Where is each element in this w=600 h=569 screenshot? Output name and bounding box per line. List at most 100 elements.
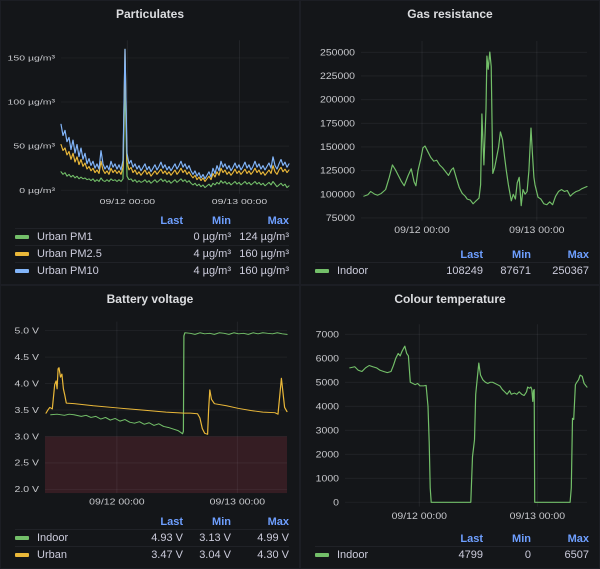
legend-swatch-icon	[15, 235, 29, 239]
particulates-chart[interactable]: 0 µg/m³50 µg/m³100 µg/m³150 µg/m³09/12 0…	[1, 27, 299, 213]
y-tick-label: 50 µg/m³	[13, 142, 55, 150]
dashboard: Particulates 0 µg/m³50 µg/m³100 µg/m³150…	[0, 0, 600, 569]
legend-value-last: 4799	[427, 549, 483, 561]
particulates-legend: LastMinMaxUrban PM10 µg/m³124 µg/m³Urban…	[1, 213, 299, 284]
legend-value-min: 3.13 V	[183, 532, 231, 544]
y-tick-label: 150000	[320, 143, 356, 153]
x-tick-label: 09/13 00:00	[510, 511, 566, 521]
legend-series-label: Urban	[37, 549, 67, 561]
legend-series-urban-pm2-5[interactable]: Urban PM2.5	[15, 248, 127, 260]
y-tick-label: 175000	[320, 119, 356, 129]
y-tick-label: 3000	[316, 426, 340, 436]
legend-series-indoor[interactable]: Indoor	[315, 265, 427, 277]
legend-value-last: 108249	[427, 265, 483, 277]
panel-gas-resistance: Gas resistance 7500010000012500015000017…	[300, 0, 600, 285]
x-tick-label: 09/13 00:00	[210, 497, 265, 507]
legend-value-max: 250367	[531, 265, 589, 277]
legend-row-indoor: Indoor4.93 V3.13 V4.99 V	[15, 529, 289, 546]
legend-header: LastMinMax	[315, 531, 589, 546]
legend-series-urban[interactable]: Urban	[15, 549, 127, 561]
legend-value-min: 4 µg/m³	[183, 265, 231, 277]
y-tick-label: 6000	[316, 354, 340, 364]
legend-value-min: 87671	[483, 265, 531, 277]
legend-header-last[interactable]: Last	[427, 533, 483, 545]
y-tick-label: 4.0 V	[15, 379, 40, 389]
y-tick-label: 3.5 V	[15, 406, 40, 416]
legend-row-urban-pm1: Urban PM1 0 µg/m³124 µg/m³	[15, 228, 289, 245]
y-tick-label: 5000	[316, 378, 340, 388]
legend-header-last[interactable]: Last	[427, 249, 483, 261]
legend-header-max[interactable]: Max	[231, 516, 289, 528]
legend-series-label: Indoor	[337, 265, 368, 277]
battery-voltage-legend: LastMinMaxIndoor4.93 V3.13 V4.99 VUrban3…	[1, 514, 299, 568]
legend-series-label: Urban PM2.5	[37, 248, 102, 260]
legend-series-indoor[interactable]: Indoor	[315, 549, 427, 561]
colour-temperature-legend: LastMinMax Indoor 479906507	[301, 531, 599, 568]
panel-battery-voltage: Battery voltage 2.0 V2.5 V3.0 V3.5 V4.0 …	[0, 285, 300, 569]
panel-title-particulates[interactable]: Particulates	[1, 1, 299, 27]
x-tick-label: 09/12 00:00	[394, 226, 450, 236]
y-tick-label: 1000	[316, 474, 340, 484]
gas-resistance-chart[interactable]: 7500010000012500015000017500020000022500…	[301, 27, 599, 247]
x-tick-label: 09/13 00:00	[212, 197, 267, 205]
legend-swatch-icon	[15, 269, 29, 273]
legend-value-max: 6507	[531, 549, 589, 561]
legend-header-min[interactable]: Min	[483, 249, 531, 261]
legend-value-max: 124 µg/m³	[231, 231, 289, 243]
y-tick-label: 0 µg/m³	[19, 186, 55, 194]
series-line-urban	[46, 368, 287, 435]
legend-value-min: 3.04 V	[183, 549, 231, 561]
legend-row-indoor: Indoor 10824987671250367	[315, 262, 589, 279]
colour-temperature-chart-area: 0100020003000400050006000700009/12 00:00…	[301, 312, 599, 531]
legend-header: LastMinMax	[315, 247, 589, 262]
legend-header-min[interactable]: Min	[183, 516, 231, 528]
battery-voltage-chart[interactable]: 2.0 V2.5 V3.0 V3.5 V4.0 V4.5 V5.0 V09/12…	[1, 312, 299, 514]
gas-resistance-legend: LastMinMax Indoor 10824987671250367	[301, 247, 599, 284]
panel-title-battery-voltage[interactable]: Battery voltage	[1, 286, 299, 312]
legend-series-label: Urban PM1	[37, 231, 93, 243]
legend-series-label: Indoor	[337, 549, 368, 561]
legend-header: LastMinMax	[15, 213, 289, 228]
y-tick-label: 75000	[326, 214, 356, 224]
legend-swatch-icon	[15, 536, 29, 540]
x-tick-label: 09/13 00:00	[509, 226, 565, 236]
y-tick-label: 100000	[320, 190, 356, 200]
legend-swatch-icon	[15, 252, 29, 256]
legend-series-urban-pm1[interactable]: Urban PM1	[15, 231, 127, 243]
gas-resistance-chart-area: 7500010000012500015000017500020000022500…	[301, 27, 599, 247]
legend-row-urban-pm10: Urban PM10 4 µg/m³160 µg/m³	[15, 262, 289, 279]
panel-title-gas-resistance[interactable]: Gas resistance	[301, 1, 599, 27]
legend-row-urban: Urban3.47 V3.04 V4.30 V	[15, 546, 289, 563]
legend-swatch-icon	[315, 269, 329, 273]
legend-series-urban-pm10[interactable]: Urban PM10	[15, 265, 127, 277]
legend-value-max: 4.99 V	[231, 532, 289, 544]
legend-header-min[interactable]: Min	[483, 533, 531, 545]
series-line-indoor	[364, 52, 587, 206]
y-tick-label: 2000	[316, 450, 340, 460]
legend-header-last[interactable]: Last	[127, 516, 183, 528]
series-line-indoor	[350, 346, 587, 502]
y-tick-label: 3.0 V	[15, 432, 40, 442]
legend-header-last[interactable]: Last	[127, 215, 183, 227]
legend-series-label: Indoor	[37, 532, 68, 544]
y-tick-label: 7000	[316, 330, 340, 340]
y-tick-label: 4000	[316, 402, 340, 412]
legend-series-indoor[interactable]: Indoor	[15, 532, 127, 544]
y-tick-label: 200000	[320, 95, 356, 105]
legend-swatch-icon	[315, 553, 329, 557]
legend-value-min: 0	[483, 549, 531, 561]
x-tick-label: 09/12 00:00	[89, 497, 144, 507]
colour-temperature-chart[interactable]: 0100020003000400050006000700009/12 00:00…	[301, 312, 599, 531]
legend-value-min: 0 µg/m³	[183, 231, 231, 243]
legend-header-max[interactable]: Max	[231, 215, 289, 227]
panel-title-colour-temperature[interactable]: Colour temperature	[301, 286, 599, 312]
threshold-region	[45, 436, 287, 493]
y-tick-label: 2.5 V	[15, 459, 40, 469]
legend-value-max: 4.30 V	[231, 549, 289, 561]
legend-header-max[interactable]: Max	[531, 533, 589, 545]
legend-header-max[interactable]: Max	[531, 249, 589, 261]
legend-value-max: 160 µg/m³	[231, 265, 289, 277]
y-tick-label: 225000	[320, 72, 356, 82]
legend-header-min[interactable]: Min	[183, 215, 231, 227]
panel-colour-temperature: Colour temperature 0 1000 2000 3000 4000 5000…	[300, 285, 600, 569]
